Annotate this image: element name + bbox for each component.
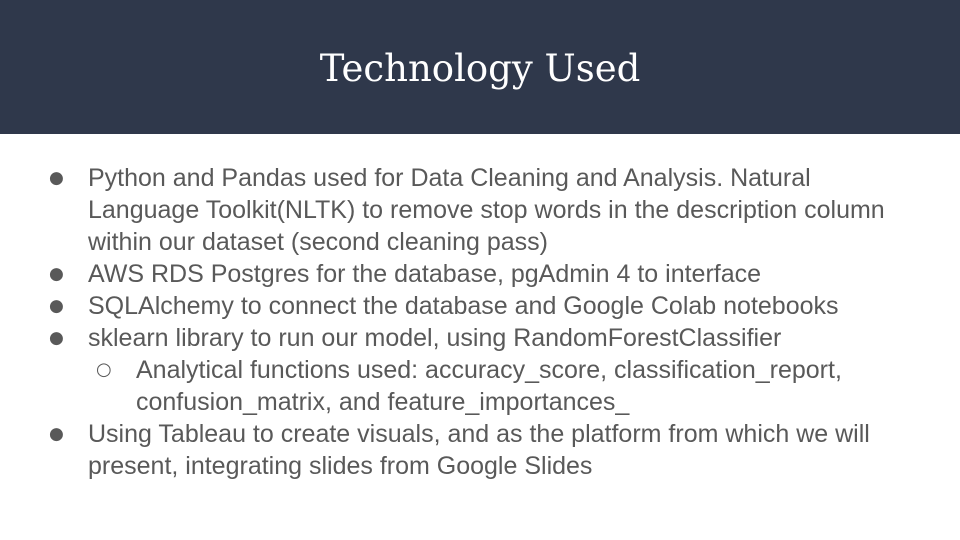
filled-bullet-icon: ● — [49, 264, 64, 284]
bullet-text: AWS RDS Postgres for the database, pgAdm… — [88, 260, 762, 288]
bullet-item: ● Python and Pandas used for Data Cleani… — [0, 162, 960, 258]
bullet-text: SQLAlchemy to connect the database and G… — [88, 292, 839, 320]
bullet-item: ● AWS RDS Postgres for the database, pgA… — [0, 258, 960, 290]
slide-title: Technology Used — [319, 46, 641, 90]
hollow-bullet-icon: ○ — [96, 359, 112, 380]
filled-bullet-icon: ● — [49, 328, 64, 348]
bullet-list: ● Python and Pandas used for Data Cleani… — [0, 162, 960, 482]
bullet-item: ● SQLAlchemy to connect the database and… — [0, 290, 960, 322]
sub-bullet-text: Analytical functions used: accuracy_scor… — [136, 356, 842, 416]
slide-body: ● Python and Pandas used for Data Cleani… — [0, 162, 960, 482]
bullet-text: sklearn library to run our model, using … — [88, 324, 782, 352]
filled-bullet-icon: ● — [49, 424, 64, 444]
filled-bullet-icon: ● — [49, 296, 64, 316]
bullet-item: ● sklearn library to run our model, usin… — [0, 322, 960, 354]
bullet-text: Python and Pandas used for Data Cleaning… — [88, 164, 885, 256]
filled-bullet-icon: ● — [49, 168, 64, 188]
bullet-text: Using Tableau to create visuals, and as … — [88, 420, 870, 480]
bullet-item: ● Using Tableau to create visuals, and a… — [0, 418, 960, 482]
sub-bullet-item: ○ Analytical functions used: accuracy_sc… — [0, 354, 960, 418]
title-bar: Technology Used — [0, 0, 960, 134]
slide: Technology Used ● Python and Pandas used… — [0, 0, 960, 540]
